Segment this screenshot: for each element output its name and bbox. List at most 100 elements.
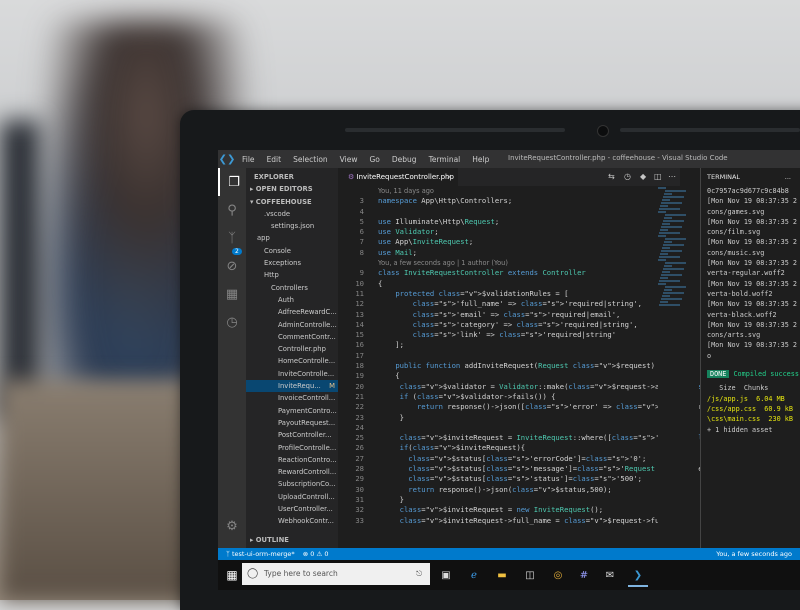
code-text: use App\InviteRequest;: [378, 237, 474, 247]
sidebar-item[interactable]: ProfileControlle...: [246, 442, 338, 454]
code-text: ];: [378, 340, 404, 350]
sidebar-item[interactable]: AdfreeRewardC...: [246, 306, 338, 318]
minimap-line: [661, 250, 682, 252]
code-text: public function addInviteRequest(Request…: [395, 361, 655, 371]
compare-icon[interactable]: ⇆: [608, 172, 615, 181]
microphone-icon[interactable]: ⎋: [416, 563, 422, 585]
vscode-taskbar-icon[interactable]: ❯: [628, 565, 648, 587]
sidebar-item[interactable]: WebhookContr...: [246, 515, 338, 527]
sidebar-item[interactable]: Exceptions: [246, 257, 338, 269]
sidebar-item[interactable]: CommentContr...: [246, 331, 338, 343]
split-editor-icon[interactable]: ◫: [654, 172, 662, 181]
line-number: 25: [355, 433, 364, 443]
sidebar-item[interactable]: Auth: [246, 294, 338, 306]
line-number: 30: [355, 484, 364, 494]
terminal-line: [Mon Nov 19 08:37:35 2: [707, 238, 798, 247]
gear-icon[interactable]: ⚙: [218, 512, 246, 540]
sidebar-item[interactable]: app: [246, 232, 338, 244]
mail-icon[interactable]: ✉: [600, 565, 620, 585]
menu-file[interactable]: File: [236, 155, 261, 164]
branch-name[interactable]: test-ui-orm-merge*: [232, 550, 295, 558]
sidebar-item[interactable]: InviteRequ... M: [246, 380, 338, 393]
sidebar-item[interactable]: Console: [246, 245, 338, 257]
sidebar-item[interactable]: Controller.php: [246, 343, 338, 355]
project-section[interactable]: ▾ COFFEEHOUSE: [246, 196, 338, 208]
search-icon[interactable]: ⚲: [218, 196, 246, 224]
open-editors-section[interactable]: ▸ OPEN EDITORS: [246, 183, 338, 195]
sidebar-item[interactable]: ReactionContro...: [246, 454, 338, 466]
minimap-line: [659, 232, 680, 234]
close-icon[interactable]: ×: [446, 168, 452, 186]
commit-icon[interactable]: ◆: [640, 172, 646, 181]
sidebar-item[interactable]: InviteControlle...: [246, 368, 338, 380]
code-line: 32 class="v">$inviteRequest = new Invite…: [338, 505, 658, 515]
sidebar-item-label: PayoutRequest...: [278, 418, 336, 427]
minimap-line: [659, 208, 680, 210]
terminal-line: [Mon Nov 19 08:37:35 2: [707, 197, 798, 206]
taskbar-search-input[interactable]: ◯ Type here to search ⎋: [242, 563, 430, 585]
tab-bar: ⚙ InviteRequestController.php × ⇆ ◷ ◆ ◫ …: [338, 168, 680, 186]
sidebar-item-label: Exceptions: [264, 259, 301, 268]
more-icon[interactable]: ⋯: [668, 172, 676, 181]
sidebar-item[interactable]: settings.json: [246, 220, 338, 232]
sidebar-item[interactable]: PaymentContro...: [246, 405, 338, 417]
task-view-icon[interactable]: ▣: [436, 565, 456, 585]
sidebar-item[interactable]: UserController...: [246, 503, 338, 515]
history-icon[interactable]: ◷: [624, 172, 631, 181]
minimap-line: [662, 199, 670, 201]
sidebar-item[interactable]: UploadControll...: [246, 491, 338, 503]
code-text: }: [378, 494, 404, 504]
file-explorer-icon[interactable]: ▬: [492, 565, 512, 585]
sidebar-item-label: RewardControll...: [278, 468, 337, 477]
code-editor[interactable]: You, 11 days ago 3 namespace App\Http\Con…: [338, 186, 776, 548]
sidebar-item-label: ReactionContro...: [278, 455, 337, 464]
terminal-app-icon[interactable]: #: [574, 565, 594, 585]
chrome-icon[interactable]: ◎: [548, 565, 568, 585]
sidebar-item-label: Controllers: [271, 283, 308, 292]
terminal-menu-icon[interactable]: ...: [785, 168, 791, 186]
windows-start-icon[interactable]: ▦: [220, 560, 244, 590]
sidebar-item[interactable]: Http: [246, 269, 338, 281]
sidebar-item-label: CommentContr...: [278, 332, 336, 341]
sidebar-item[interactable]: .vscode: [246, 208, 338, 220]
code-line: 14 class="s">'category' => class="s">'re…: [338, 320, 658, 330]
menu-view[interactable]: View: [334, 155, 364, 164]
menu-terminal[interactable]: Terminal: [423, 155, 467, 164]
minimap-line: [664, 241, 672, 243]
menu-help[interactable]: Help: [466, 155, 495, 164]
sidebar-item[interactable]: SubscriptionCo...: [246, 478, 338, 490]
source-control-icon[interactable]: ᛉ: [218, 224, 246, 252]
terminal-panel[interactable]: TERMINAL ... 0c7957ac9d677c9c84b8 [Mon No…: [700, 168, 800, 548]
menu-edit[interactable]: Edit: [261, 155, 288, 164]
sidebar-item[interactable]: HomeControlle...: [246, 355, 338, 367]
menu-debug[interactable]: Debug: [386, 155, 423, 164]
sidebar-item[interactable]: InvoiceControll...: [246, 392, 338, 404]
minimap-line: [661, 202, 682, 204]
code-text: class="v">$status[class="s">'errorCode']…: [408, 453, 647, 463]
sidebar-item[interactable]: PostController...: [246, 429, 338, 441]
menu-go[interactable]: Go: [363, 155, 385, 164]
files-icon[interactable]: ❐: [218, 168, 248, 196]
code-line: 21 if (class="v">$validator->fails()) {: [338, 392, 658, 402]
minimap[interactable]: [658, 186, 698, 548]
remote-icon[interactable]: ◷: [218, 308, 246, 336]
store-icon[interactable]: ◫: [520, 565, 540, 585]
problems-count[interactable]: ⊗ 0 ⚠ 0: [303, 550, 329, 558]
code-text: class="s">'full_name' => class="s">'requ…: [412, 299, 642, 309]
sidebar-item[interactable]: AdminControlle...: [246, 319, 338, 331]
edge-browser-icon[interactable]: ℯ: [464, 565, 484, 585]
debug-icon[interactable]: ⊘: [218, 252, 246, 280]
sidebar-item[interactable]: RewardControll...: [246, 466, 338, 478]
code-text: class="s">'category' => class="s">'requi…: [412, 319, 638, 329]
sidebar-item[interactable]: PayoutRequest...: [246, 417, 338, 429]
extensions-icon[interactable]: ▦: [218, 280, 246, 308]
minimap-line: [658, 187, 666, 189]
sidebar-item[interactable]: Controllers: [246, 282, 338, 294]
outline-section[interactable]: ▸ OUTLINE: [246, 534, 289, 546]
code-line: 19 {: [338, 371, 658, 381]
tab-invite-request-controller[interactable]: ⚙ InviteRequestController.php ×: [338, 168, 458, 186]
file-tree: .vscode settings.json app Console Exceptions…: [246, 208, 338, 528]
terminal-header: TERMINAL ...: [701, 168, 800, 186]
line-number: 20: [355, 381, 364, 391]
menu-selection[interactable]: Selection: [287, 155, 334, 164]
